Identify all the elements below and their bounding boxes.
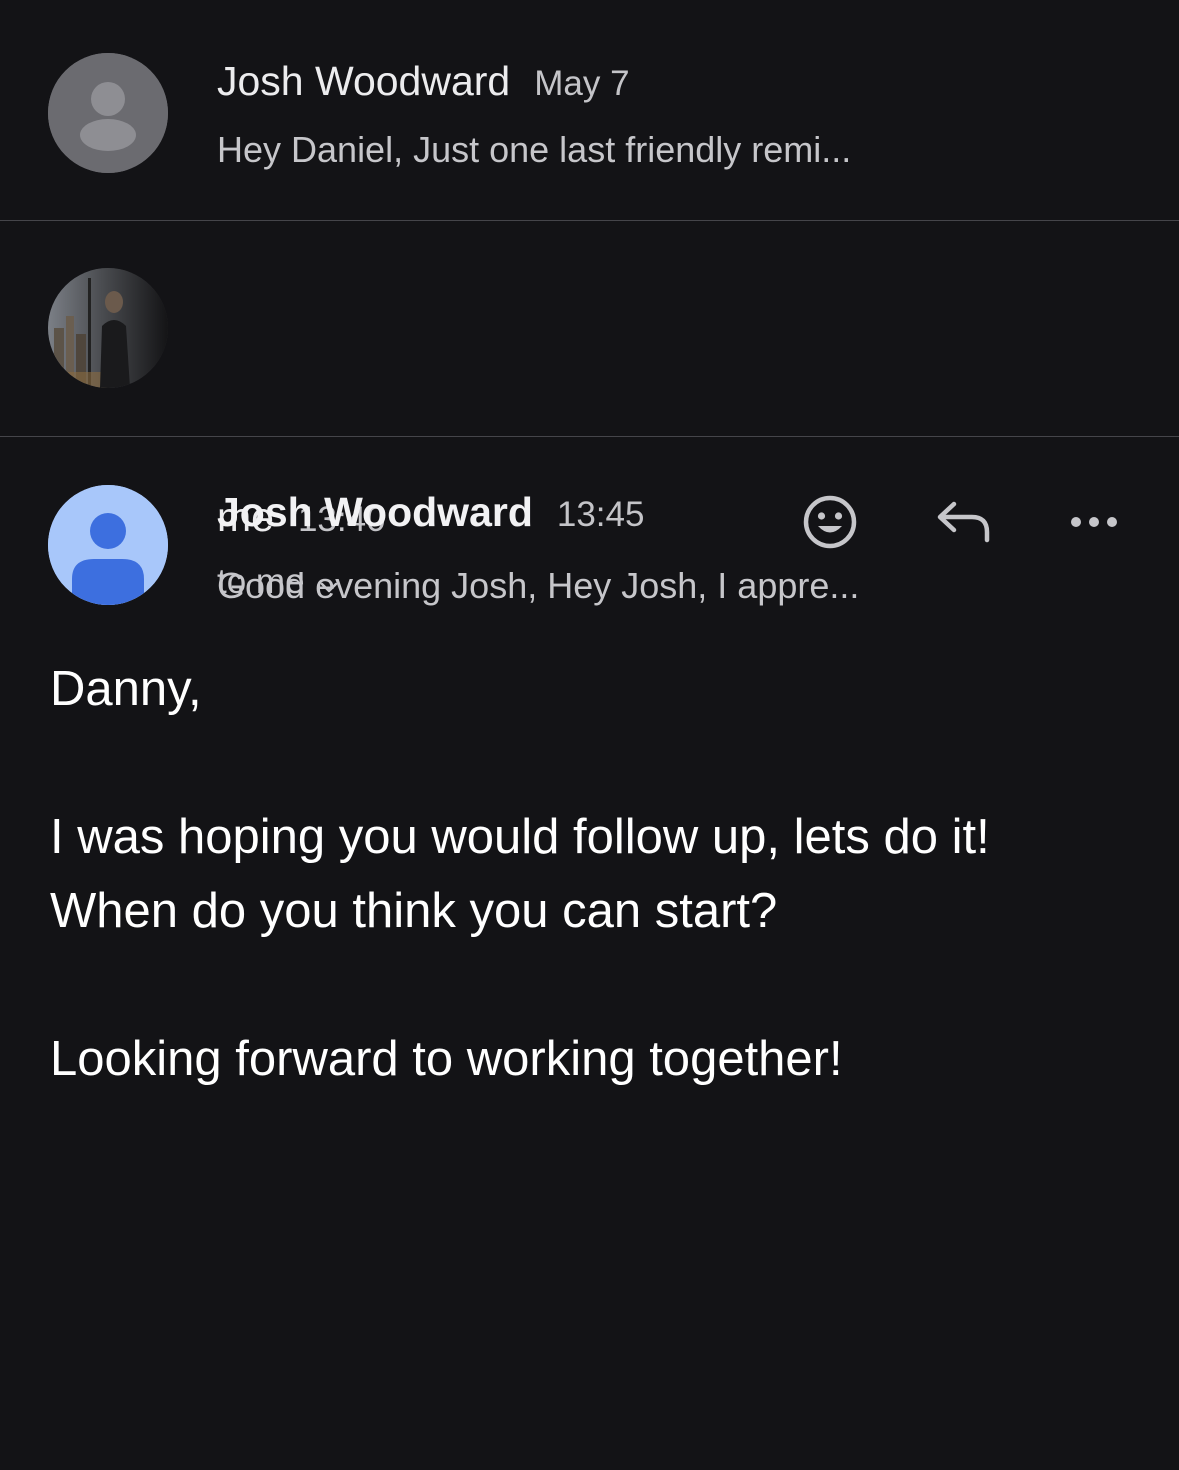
message-body-line: When do you think you can start? bbox=[50, 884, 778, 938]
sender-avatar bbox=[48, 53, 168, 173]
sender-line: Josh Woodward May 7 bbox=[217, 57, 630, 108]
message-time: 13:45 bbox=[556, 495, 645, 534]
user-photo-avatar bbox=[48, 268, 168, 388]
profile-photo bbox=[48, 268, 168, 388]
message-body-greeting: Danny, bbox=[50, 662, 202, 716]
message-body-line: Looking forward to working together! bbox=[50, 1032, 843, 1086]
sender-line: Josh Woodward 13:45 bbox=[217, 488, 644, 539]
person-icon bbox=[48, 53, 168, 173]
message-body-line: I was hoping you would follow up, lets d… bbox=[50, 810, 990, 864]
collapsed-message-2[interactable]: me 13:40 Good evening Josh, Hey Josh, I a… bbox=[0, 221, 1179, 606]
message-snippet: Hey Daniel, Just one last friendly remi.… bbox=[217, 129, 852, 170]
chevron-down-icon bbox=[319, 562, 339, 606]
sender-name: Josh Woodward bbox=[217, 489, 533, 535]
person-icon bbox=[48, 485, 168, 605]
reply-icon bbox=[937, 501, 990, 543]
add-reaction-icon bbox=[803, 495, 857, 549]
recipient-label: to me bbox=[217, 562, 305, 601]
reply-button[interactable] bbox=[930, 490, 994, 554]
add-reaction-button[interactable] bbox=[798, 490, 862, 554]
recipient-details-toggle[interactable]: to me bbox=[217, 560, 339, 606]
collapsed-message-1[interactable]: Josh Woodward May 7 Hey Daniel, Just one … bbox=[0, 0, 1179, 221]
more-options-button[interactable] bbox=[1062, 490, 1126, 554]
sender-avatar bbox=[48, 485, 168, 605]
message-time: May 7 bbox=[534, 64, 630, 103]
more-options-icon bbox=[1071, 517, 1117, 527]
sender-name: Josh Woodward bbox=[217, 58, 511, 104]
